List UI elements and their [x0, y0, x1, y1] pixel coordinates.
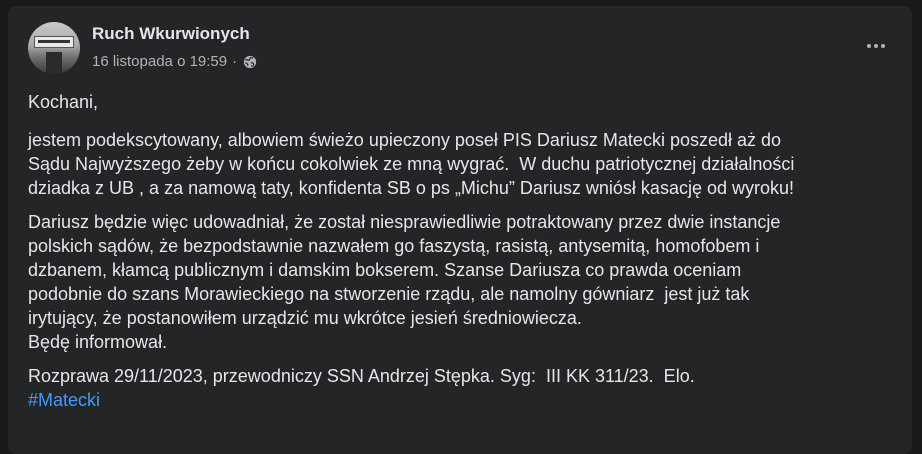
hashtag-link[interactable]: #Matecki — [28, 388, 100, 412]
text-line: jestem podekscytowany, albowiem świeżo u… — [28, 130, 782, 150]
globe-icon[interactable] — [243, 55, 257, 69]
avatar-sign-text — [38, 40, 70, 43]
author-name[interactable]: Ruch Wkurwionych — [92, 24, 250, 44]
post-paragraph-1: jestem podekscytowany, albowiem świeżo u… — [28, 128, 898, 200]
post-paragraph-2: Dariusz będzie więc udowadniał, że zosta… — [28, 210, 898, 354]
post-card: Ruch Wkurwionych 16 listopada o 19:59 · … — [8, 6, 912, 454]
text-line: Będę informował. — [28, 332, 168, 352]
post-meta: 16 listopada o 19:59 · — [92, 53, 257, 70]
meta-separator: · — [232, 53, 238, 70]
post-timestamp[interactable]: 16 listopada o 19:59 — [92, 53, 227, 70]
text-line: irytujący, że postanowiłem urządzić mu w… — [28, 308, 582, 328]
text-line: Sądu Najwyższego żeby w końcu cokolwiek … — [28, 154, 795, 174]
text-line: polskich sądów, że bezpodstawnie nazwałe… — [28, 236, 760, 256]
page-avatar[interactable] — [28, 22, 80, 74]
text-line: Rozprawa 29/11/2023, przewodniczy SSN An… — [28, 366, 695, 386]
post-greeting: Kochani, — [28, 92, 99, 112]
post-paragraph-3: Rozprawa 29/11/2023, przewodniczy SSN An… — [28, 364, 898, 412]
text-line: dzbanem, kłamcą publicznym i damskim bok… — [28, 260, 742, 280]
text-line: podobnie do szans Morawieckiego na stwor… — [28, 284, 750, 304]
text-line: dziadka z UB , a za namową taty, konfide… — [28, 178, 795, 198]
more-horizontal-icon — [867, 44, 871, 48]
more-dot — [874, 44, 878, 48]
more-options-button[interactable] — [858, 32, 894, 60]
post-body: Kochani, jestem podekscytowany, albowiem… — [28, 90, 898, 422]
text-line: Dariusz będzie więc udowadniał, że zosta… — [28, 212, 781, 232]
avatar-door — [46, 52, 62, 74]
more-dot — [881, 44, 885, 48]
